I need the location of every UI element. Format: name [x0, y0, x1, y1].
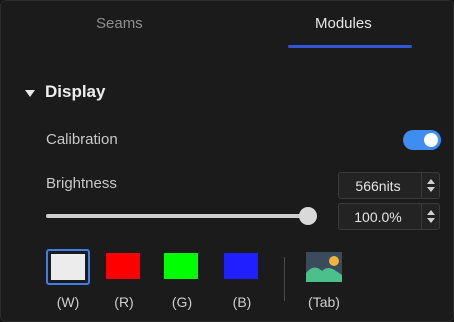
pattern-divider [284, 257, 285, 301]
active-tab-indicator [288, 45, 412, 48]
percent-value: 100.0% [354, 208, 402, 225]
percent-stepper[interactable] [421, 204, 439, 229]
brightness-slider-thumb[interactable] [299, 207, 317, 225]
pattern-label-tab: (Tab) [308, 294, 340, 310]
pattern-label-r: (R) [114, 294, 134, 310]
tab-seams[interactable]: Seams [96, 15, 143, 32]
section-title: Display [45, 82, 106, 101]
green-swatch [164, 253, 198, 279]
arrow-down-icon[interactable] [426, 187, 435, 192]
brightness-label: Brightness [46, 175, 117, 192]
pattern-blue-button[interactable] [220, 249, 264, 285]
brightness-nits-spinbox[interactable]: 566nits [338, 172, 440, 199]
pattern-green-button[interactable] [160, 249, 204, 285]
tab-modules[interactable]: Modules [315, 15, 372, 32]
pattern-red-button[interactable] [102, 249, 146, 285]
modules-panel: Seams Modules Display Calibration Bright… [0, 0, 454, 322]
red-swatch [106, 253, 140, 279]
nits-value: 566nits [355, 177, 401, 194]
arrow-up-icon[interactable] [426, 210, 435, 215]
arrow-up-icon[interactable] [426, 179, 435, 184]
image-pattern-button[interactable] [302, 249, 346, 285]
calibration-label: Calibration [46, 131, 118, 148]
pattern-white-button[interactable] [46, 249, 90, 285]
nits-stepper[interactable] [421, 173, 439, 198]
calibration-toggle[interactable] [403, 130, 441, 150]
blue-swatch [224, 253, 258, 279]
pattern-label-b: (B) [232, 294, 252, 310]
landscape-image-icon [306, 252, 342, 282]
arrow-down-icon[interactable] [426, 218, 435, 223]
display-section-header[interactable]: Display [25, 82, 105, 102]
pattern-label-w: (W) [56, 294, 80, 310]
brightness-slider-track[interactable] [46, 214, 308, 218]
brightness-percent-spinbox[interactable]: 100.0% [338, 203, 440, 230]
caret-down-icon [25, 89, 35, 97]
toggle-knob [424, 133, 438, 147]
pattern-label-g: (G) [171, 294, 193, 310]
white-swatch [51, 254, 85, 280]
